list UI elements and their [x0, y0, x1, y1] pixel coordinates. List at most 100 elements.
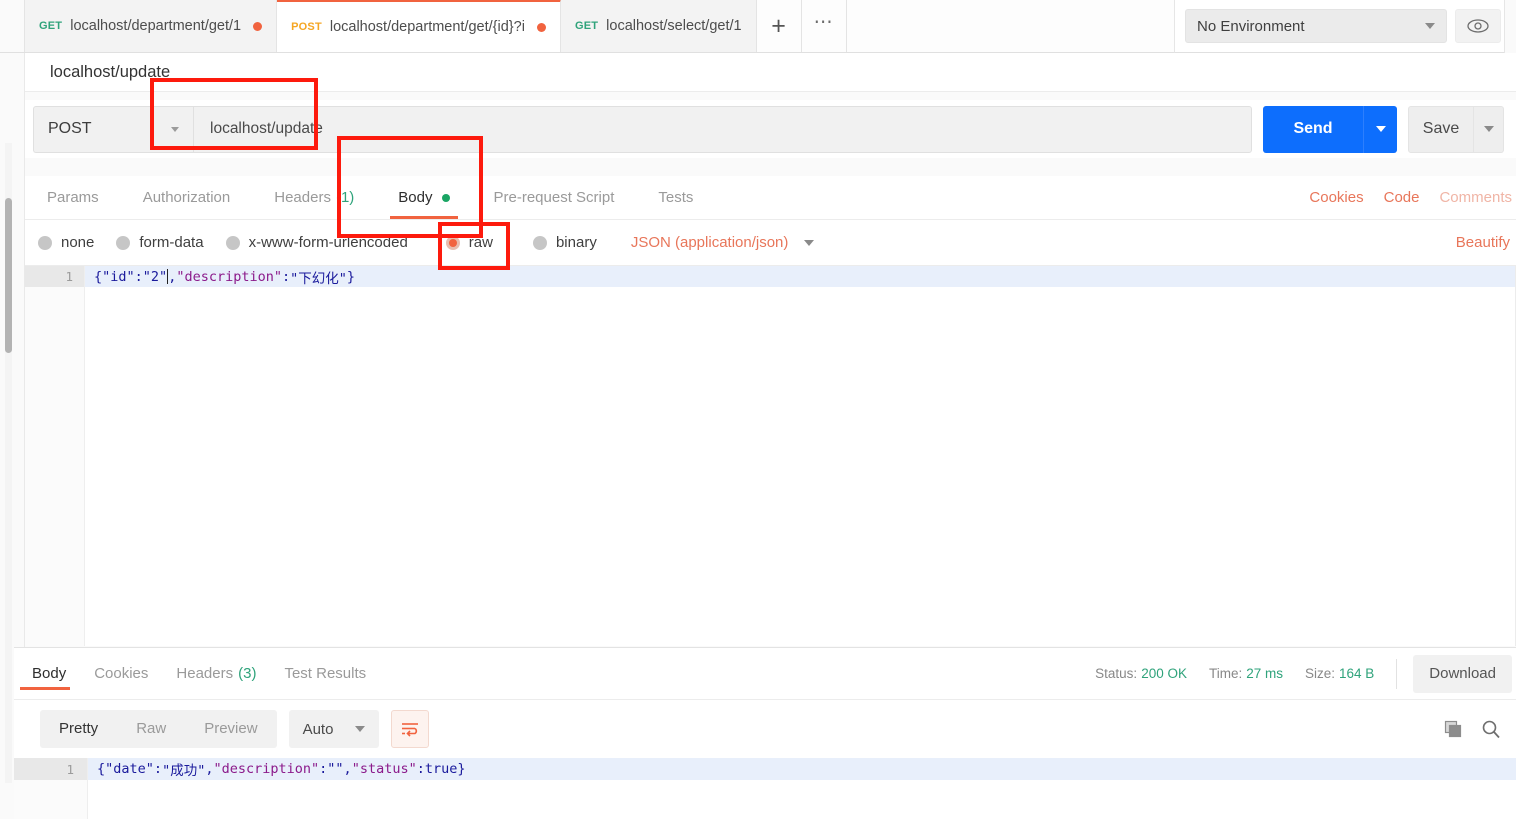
code-token: "description"	[176, 268, 282, 285]
tab-pre-request-script[interactable]: Pre-request Script	[472, 176, 637, 219]
copy-icon[interactable]	[1436, 712, 1470, 746]
tab-label: Params	[47, 189, 99, 206]
http-method-selector[interactable]: POST	[33, 105, 193, 153]
beautify-button[interactable]: Beautify	[1456, 234, 1516, 251]
radio-icon-selected	[445, 235, 460, 250]
body-type-none[interactable]: none	[38, 234, 94, 251]
code-token: "date"	[105, 761, 154, 777]
url-bar: POST localhost/update Send Save	[25, 100, 1516, 158]
postman-window: GET localhost/department/get/1 POST loca…	[0, 0, 1516, 819]
response-toolbar-actions	[1432, 712, 1516, 746]
tab-method-label: GET	[39, 20, 63, 32]
content-type-label: JSON (application/json)	[630, 234, 789, 251]
code-token: ,	[205, 761, 214, 777]
save-options-button[interactable]	[1474, 105, 1504, 153]
send-options-button[interactable]	[1363, 105, 1397, 153]
sidebar-scrollbar-thumb[interactable]	[5, 198, 12, 353]
ellipsis-icon[interactable]: ⋯	[801, 0, 847, 52]
body-type-form-data[interactable]: form-data	[116, 234, 204, 251]
body-type-binary[interactable]: binary	[532, 234, 597, 251]
divider	[1396, 658, 1398, 689]
response-body-editor[interactable]: 1 {"date": "成功", "description": "", "status"…	[14, 758, 1516, 819]
request-tab-links: Cookies Code Comments	[1289, 189, 1516, 206]
code-token: "2"	[142, 268, 168, 285]
request-tab-3[interactable]: GET localhost/select/get/1	[560, 0, 757, 52]
tab-label: Tests	[658, 189, 694, 206]
http-method-label: POST	[48, 120, 92, 137]
word-wrap-icon[interactable]	[391, 710, 430, 748]
body-type-raw[interactable]: raw	[445, 234, 493, 251]
response-toolbar: Pretty Raw Preview Auto	[14, 700, 1516, 758]
time-group: Time: 27 ms	[1209, 666, 1283, 681]
tab-label: Body	[32, 665, 67, 682]
chevron-down-icon	[171, 126, 179, 132]
response-tab-cookies[interactable]: Cookies	[80, 648, 162, 700]
envbar-right-edge	[1504, 0, 1516, 53]
body-type-label: binary	[555, 234, 597, 251]
tab-body[interactable]: Body	[376, 176, 471, 219]
body-type-urlencoded[interactable]: x-www-form-urlencoded	[225, 234, 408, 251]
view-mode-pretty[interactable]: Pretty	[40, 710, 117, 748]
response-tab-headers[interactable]: Headers (3)	[162, 648, 270, 700]
send-group: Send	[1263, 105, 1397, 153]
environment-selected-label: No Environment	[1197, 17, 1305, 35]
tab-label: Headers	[176, 665, 234, 682]
status-badge: 200 OK	[1141, 666, 1187, 681]
page-title: localhost/update	[50, 62, 171, 81]
tab-tests[interactable]: Tests	[636, 176, 715, 219]
radio-icon	[38, 235, 52, 250]
content-type-selector[interactable]: JSON (application/json)	[631, 234, 815, 251]
search-icon[interactable]	[1474, 712, 1508, 746]
body-type-label: x-www-form-urlencoded	[248, 234, 408, 251]
tab-headers[interactable]: Headers (1)	[252, 176, 376, 219]
code-token: :	[416, 761, 425, 777]
eye-icon[interactable]	[1455, 9, 1501, 43]
request-section-tabs: Params Authorization Headers (1) Body Pr…	[25, 176, 1516, 220]
request-body-editor[interactable]: 1 {"id": "2", "description": "下幻化"}	[25, 266, 1516, 646]
code-token: true	[424, 761, 458, 777]
plus-icon[interactable]: +	[756, 0, 802, 52]
cookies-link[interactable]: Cookies	[1309, 189, 1363, 206]
save-button[interactable]: Save	[1408, 105, 1474, 153]
tab-label: Body	[398, 189, 433, 206]
tab-unsaved-dot	[536, 22, 546, 32]
chevron-down-icon	[1375, 126, 1386, 132]
save-group: Save	[1408, 105, 1504, 153]
body-type-label: form-data	[139, 234, 204, 251]
editor-gutter: 1	[25, 266, 85, 646]
time-value: 27 ms	[1246, 666, 1283, 681]
status-group: Status: 200 OK	[1095, 666, 1187, 681]
environment-selector[interactable]: No Environment	[1185, 9, 1447, 43]
response-section-tabs: Body Cookies Headers (3) Test Results St…	[14, 647, 1516, 700]
tabbar-filler	[846, 0, 1174, 52]
code-token: "成功"	[162, 763, 206, 779]
request-tab-2-active[interactable]: POST localhost/department/get/{id}?i	[277, 0, 561, 52]
response-format-selector[interactable]: Auto	[288, 710, 380, 748]
code-token: {	[97, 761, 106, 777]
send-button[interactable]: Send	[1263, 105, 1363, 153]
tab-label: Headers	[274, 189, 331, 206]
download-button[interactable]: Download	[1413, 654, 1512, 693]
code-token: "description"	[213, 761, 320, 777]
code-token: }	[346, 268, 356, 285]
response-tab-body[interactable]: Body	[18, 648, 80, 700]
view-mode-raw[interactable]: Raw	[117, 710, 185, 748]
tab-label: Pre-request Script	[493, 189, 615, 206]
url-input[interactable]: localhost/update	[193, 105, 1252, 153]
view-mode-preview[interactable]: Preview	[185, 710, 276, 748]
request-body-line-1[interactable]: {"id": "2", "description": "下幻化"}	[85, 266, 1515, 287]
tab-url-label: localhost/select/get/1	[606, 18, 742, 34]
time-label: Time:	[1208, 666, 1243, 681]
code-link[interactable]: Code	[1384, 189, 1420, 206]
comments-link[interactable]: Comments	[1439, 189, 1512, 206]
tab-label: Test Results	[284, 665, 367, 682]
code-token: :	[153, 761, 163, 777]
tab-authorization[interactable]: Authorization	[121, 176, 253, 219]
tab-params[interactable]: Params	[25, 176, 121, 219]
request-tab-1[interactable]: GET localhost/department/get/1	[25, 0, 278, 52]
response-meta: Status: 200 OK Time: 27 ms Size: 164 B Down…	[1073, 654, 1516, 693]
tab-count: (3)	[238, 665, 257, 682]
body-present-dot	[441, 193, 450, 202]
code-token: :	[282, 268, 291, 285]
response-tab-test-results[interactable]: Test Results	[270, 648, 380, 700]
